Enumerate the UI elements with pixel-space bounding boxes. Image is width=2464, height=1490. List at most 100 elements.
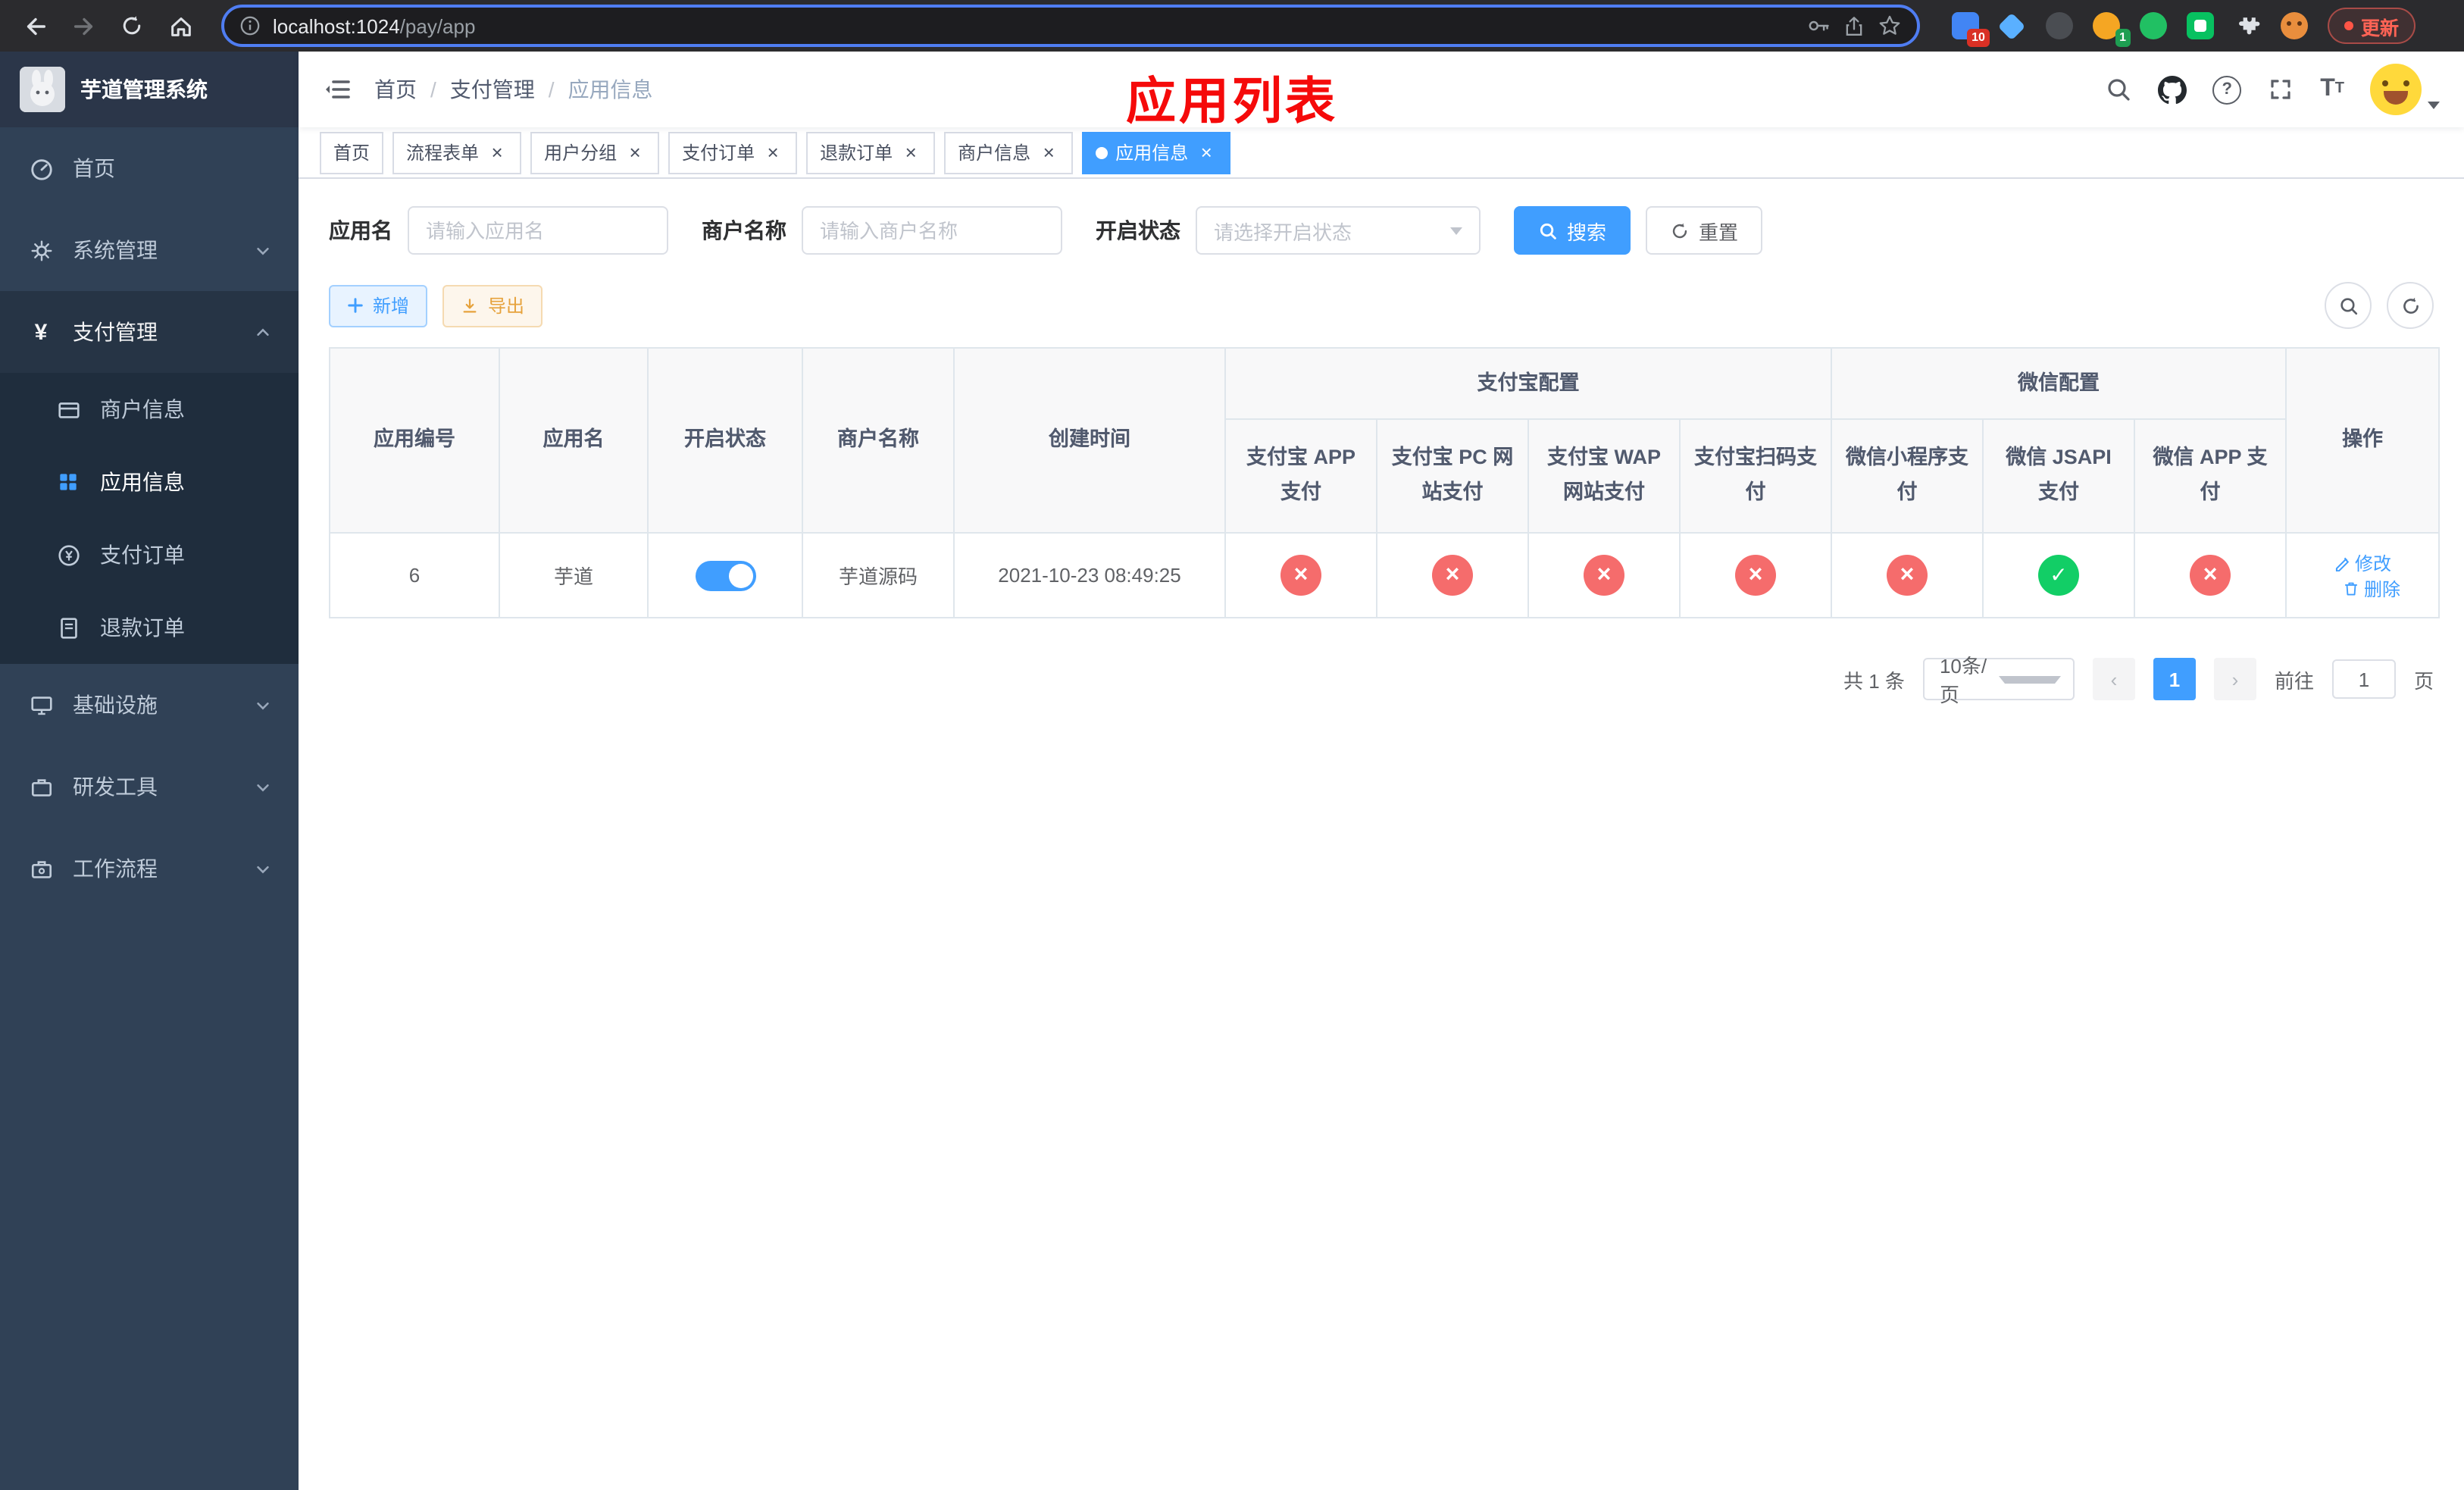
fullscreen-icon[interactable] [2267,76,2294,103]
chevron-down-icon [255,242,271,258]
sidebar-item-home[interactable]: 首页 [0,127,299,209]
sidebar-item-infrastructure[interactable]: 基础设施 [0,664,299,746]
app-name-input[interactable] [408,206,668,255]
toggle-search-button[interactable] [2325,282,2372,329]
hamburger-icon[interactable] [323,74,353,105]
extension-icon[interactable] [2279,11,2309,41]
address-bar[interactable]: localhost:1024/pay/app [221,5,1920,47]
breadcrumb-home[interactable]: 首页 [374,74,417,105]
tab-close-icon[interactable]: × [1038,142,1059,162]
extensions-puzzle-icon[interactable] [2232,11,2262,41]
page-info-icon[interactable] [239,15,261,36]
col-group-alipay: 支付宝配置 [1224,347,1832,420]
github-icon[interactable] [2158,75,2187,104]
status-select[interactable]: 请选择开启状态 [1196,206,1481,255]
config-status-icon [1584,555,1624,596]
back-icon[interactable] [15,6,55,45]
sidebar-subitem-app-info[interactable]: 应用信息 [0,446,299,518]
tab-close-icon[interactable]: × [624,142,646,162]
col-header-app-name: 应用名 [499,347,649,534]
tab-close-icon[interactable]: × [486,142,508,162]
tab-user-group[interactable]: 用户分组 × [530,131,660,174]
edit-link[interactable]: 修改 [2334,549,2391,575]
pagination: 共 1 条 10条/页 ‹ 1 › 前往 页 [329,655,2434,706]
cell-app-name: 芋道 [499,532,649,618]
share-icon[interactable] [1843,14,1865,37]
breadcrumb: 首页 / 支付管理 / 应用信息 [374,74,653,105]
status-toggle[interactable] [695,560,755,590]
search-icon[interactable] [2105,76,2132,103]
pay-order-icon [55,542,82,568]
help-icon[interactable]: ? [2212,75,2242,104]
add-button[interactable]: 新增 [329,284,428,327]
extension-icon[interactable] [2185,11,2215,41]
search-button[interactable]: 搜索 [1514,206,1631,255]
goto-page-input[interactable] [2331,659,2396,699]
sidebar-subitem-payment-order[interactable]: 支付订单 [0,518,299,591]
extensions-area: 10 1 [1941,11,2319,47]
col-header-created: 创建时间 [953,347,1226,534]
tab-app-info[interactable]: 应用信息 × [1082,131,1231,174]
page-1-button[interactable]: 1 [2153,658,2196,700]
payment-submenu: 商户信息 应用信息 支付订单 退款订单 [0,373,299,664]
font-size-icon[interactable]: TT [2320,77,2344,102]
sidebar-logo[interactable]: 芋道管理系统 [0,52,299,127]
sidebar-item-label: 系统管理 [73,238,158,262]
sidebar-subitem-refund-order[interactable]: 退款订单 [0,591,299,664]
yen-icon: ¥ [34,319,48,345]
sidebar-item-dev-tools[interactable]: 研发工具 [0,746,299,828]
extension-icon[interactable]: 10 [1950,11,1990,47]
col-header-wx-mini: 微信小程序支付 [1831,418,1984,534]
breadcrumb-payment[interactable]: 支付管理 [450,74,535,105]
tab-refund-order[interactable]: 退款订单 × [806,131,936,174]
extension-icon[interactable] [2044,11,2075,41]
config-status-icon [1887,555,1928,596]
cell-alipay-qr [1679,532,1832,618]
cell-alipay-pc [1376,532,1529,618]
refresh-table-button[interactable] [2387,282,2434,329]
password-key-icon[interactable] [1806,14,1831,38]
next-page-button[interactable]: › [2213,658,2256,700]
sidebar-item-payment[interactable]: ¥ 支付管理 [0,291,299,373]
sidebar-item-system[interactable]: 系统管理 [0,209,299,291]
tab-merchant-info[interactable]: 商户信息 × [944,131,1074,174]
sidebar-item-workflow[interactable]: 工作流程 [0,828,299,909]
sidebar-item-label: 支付订单 [100,543,185,567]
delete-link[interactable]: 删除 [2343,575,2400,601]
tab-close-icon[interactable]: × [762,142,783,162]
export-button[interactable]: 导出 [442,284,543,327]
caret-down-icon [2428,102,2440,109]
cell-wx-jsapi [1982,532,2135,618]
reset-button[interactable]: 重置 [1646,206,1763,255]
apps-table: 应用编号 应用名 开启状态 商户名称 创建时间 支付宝配置 微信配置 操作 支付… [329,347,2441,618]
bookmark-star-icon[interactable] [1878,14,1902,38]
avatar-emoji [2370,64,2422,115]
col-group-wechat: 微信配置 [1830,347,2287,420]
user-avatar[interactable] [2370,64,2440,115]
tab-home[interactable]: 首页 [320,131,384,174]
active-tab-dot [1096,146,1108,158]
sidebar: 芋道管理系统 首页 系统管理 ¥ 支付管理 商户信息 应用信息 支付订单 退款订… [0,52,299,1490]
prev-page-button[interactable]: ‹ [2092,658,2135,700]
browser-menu-icon[interactable] [2425,12,2449,39]
tab-process-form[interactable]: 流程表单 × [392,131,522,174]
update-button[interactable]: 更新 [2327,8,2416,44]
page-size-select[interactable]: 10条/页 [1922,655,2075,706]
home-icon[interactable] [161,6,200,45]
tab-payment-order[interactable]: 支付订单 × [668,131,798,174]
forward-icon[interactable] [64,6,103,45]
sidebar-subitem-merchant-info[interactable]: 商户信息 [0,373,299,446]
tab-close-icon[interactable]: × [900,142,921,162]
extension-icon[interactable] [1997,11,2028,41]
extension-icon[interactable]: 1 [2091,11,2131,47]
refund-doc-icon [55,615,82,640]
reload-icon[interactable] [112,6,152,45]
sidebar-item-label: 基础设施 [73,693,158,717]
tab-close-icon[interactable]: × [1196,142,1217,162]
cell-app-id: 6 [329,532,500,618]
extension-icon[interactable] [2138,11,2169,41]
sidebar-menu: 首页 系统管理 ¥ 支付管理 商户信息 应用信息 支付订单 退款订单 基础设施 … [0,127,299,909]
page-content: 应用名 商户名称 开启状态 请选择开启状态 [299,179,2464,1490]
cell-wx-mini [1831,532,1984,618]
merchant-name-input[interactable] [802,206,1062,255]
